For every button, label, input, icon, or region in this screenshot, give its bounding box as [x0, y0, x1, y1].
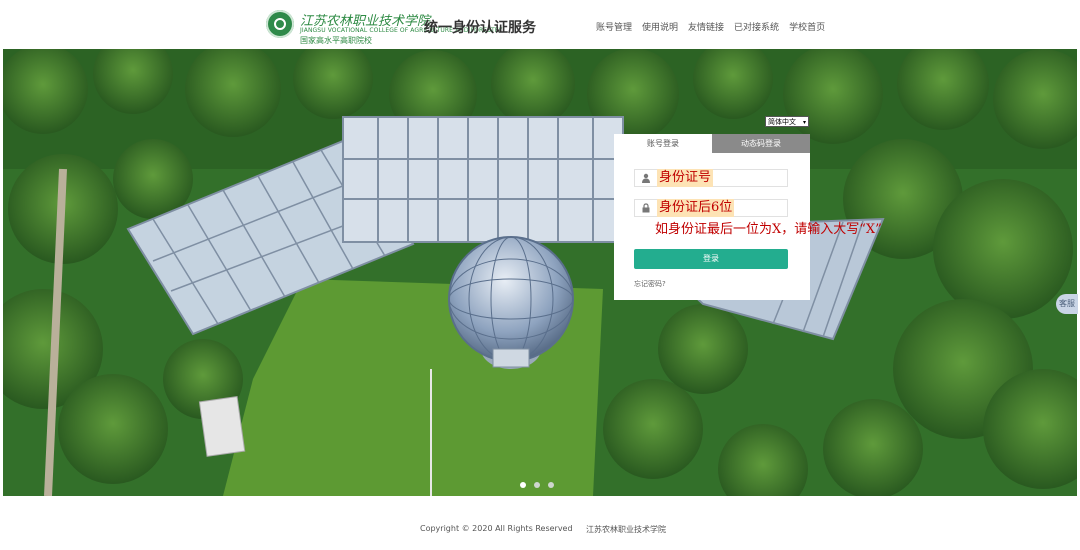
- carousel-indicators: [520, 482, 554, 488]
- nav-school-home[interactable]: 学校首页: [789, 20, 825, 33]
- page-title: 统一身份认证服务: [424, 20, 536, 36]
- page-footer: Copyright © 2020 All Rights Reserved 江苏农…: [0, 496, 1080, 550]
- carousel-dot[interactable]: [534, 482, 540, 488]
- tab-account-login[interactable]: 账号登录: [614, 134, 712, 153]
- login-panel: 账号登录 动态码登录 身份证号 身份证后6位 如身份证最后一位为X，请输入大写“…: [614, 134, 882, 300]
- school-tagline: 国家高水平高职院校: [300, 36, 372, 45]
- tab-dynamic-code-login[interactable]: 动态码登录: [712, 134, 810, 153]
- side-help-tab[interactable]: 客服: [1056, 294, 1078, 314]
- password-field[interactable]: 身份证后6位: [634, 199, 788, 217]
- login-button[interactable]: 登录: [634, 249, 788, 269]
- lock-icon: [642, 203, 650, 213]
- school-logo-icon[interactable]: [266, 10, 294, 38]
- language-select[interactable]: 简体中文 ▾: [765, 116, 809, 127]
- campus-aerial-photo: [3, 49, 1077, 496]
- nav-instructions[interactable]: 使用说明: [642, 20, 678, 33]
- user-icon: [642, 173, 650, 183]
- chevron-down-icon: ▾: [802, 119, 806, 126]
- username-field[interactable]: 身份证号: [634, 169, 788, 187]
- footer-school-name: 江苏农林职业技术学院: [586, 525, 666, 534]
- top-header: 江苏农林职业技术学院 JIANGSU VOCATIONAL COLLEGE OF…: [0, 0, 1080, 48]
- nav-account-management[interactable]: 账号管理: [596, 20, 632, 33]
- nav-connected-systems[interactable]: 已对接系统: [734, 20, 779, 33]
- username-value: 身份证号: [657, 169, 714, 187]
- carousel-dot[interactable]: [548, 482, 554, 488]
- carousel-dot[interactable]: [520, 482, 526, 488]
- language-select-value: 简体中文: [768, 118, 796, 126]
- nav-friendly-links[interactable]: 友情链接: [688, 20, 724, 33]
- login-tabs: 账号登录 动态码登录: [614, 134, 810, 153]
- copyright-text: Copyright © 2020 All Rights Reserved: [420, 524, 573, 533]
- hero-banner-image: [3, 49, 1077, 496]
- top-nav: 账号管理 使用说明 友情链接 已对接系统 学校首页: [596, 20, 825, 33]
- forgot-password-link[interactable]: 忘记密码?: [634, 279, 666, 289]
- password-value: 身份证后6位: [657, 199, 735, 217]
- password-hint: 如身份证最后一位为X，请输入大写“X”: [655, 222, 882, 237]
